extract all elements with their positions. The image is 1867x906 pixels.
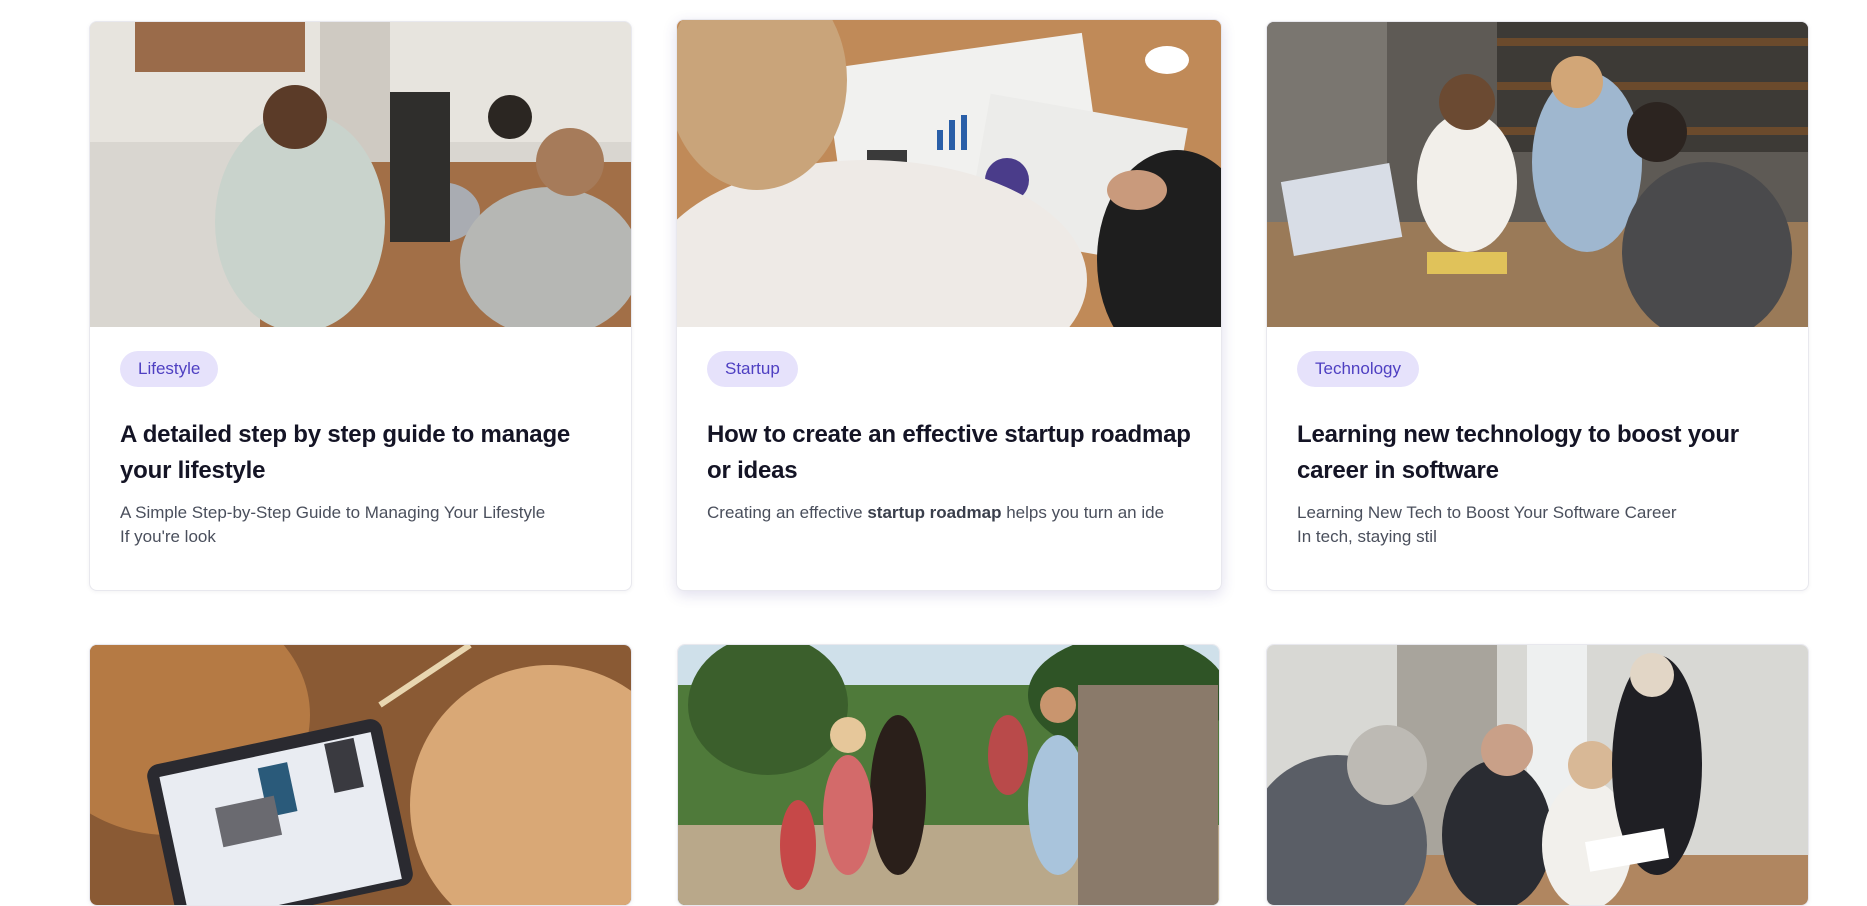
post-image[interactable] bbox=[90, 22, 631, 327]
post-excerpt: A Simple Step-by-Step Guide to Managing … bbox=[120, 501, 601, 549]
excerpt-line: If you're look bbox=[120, 527, 216, 546]
charts-on-table-photo bbox=[677, 20, 1221, 327]
category-tag[interactable]: Lifestyle bbox=[120, 351, 219, 387]
students-laptop-photo bbox=[1267, 22, 1808, 327]
post-card-lifestyle[interactable]: Lifestyle A detailed step by step guide … bbox=[89, 21, 632, 591]
post-card[interactable] bbox=[677, 644, 1220, 906]
post-image[interactable] bbox=[678, 645, 1219, 905]
excerpt-text: Creating an effective bbox=[707, 503, 868, 522]
post-excerpt: Learning New Tech to Boost Your Software… bbox=[1297, 501, 1778, 549]
post-card[interactable] bbox=[1266, 644, 1809, 906]
business-team-photo bbox=[1267, 645, 1808, 905]
excerpt-line: A Simple Step-by-Step Guide to Managing … bbox=[120, 503, 546, 522]
post-image[interactable] bbox=[90, 645, 631, 905]
post-excerpt: Creating an effective startup roadmap he… bbox=[707, 501, 1191, 525]
post-image[interactable] bbox=[1267, 645, 1808, 905]
office-meeting-photo bbox=[90, 22, 631, 327]
excerpt-text: helps you turn an ide bbox=[1001, 503, 1165, 522]
excerpt-bold-text: startup roadmap bbox=[867, 503, 1002, 522]
category-tag[interactable]: Startup bbox=[707, 351, 798, 387]
post-title[interactable]: How to create an effective startup roadm… bbox=[707, 417, 1191, 489]
post-image[interactable] bbox=[677, 20, 1221, 327]
post-title[interactable]: Learning new technology to boost your ca… bbox=[1297, 417, 1778, 489]
excerpt-line: Learning New Tech to Boost Your Software… bbox=[1297, 503, 1677, 522]
post-card-startup[interactable]: Startup How to create an effective start… bbox=[676, 19, 1222, 591]
excerpt-line: In tech, staying stil bbox=[1297, 527, 1437, 546]
family-horse-photo bbox=[678, 645, 1219, 905]
category-tag[interactable]: Technology bbox=[1297, 351, 1420, 387]
post-card-technology[interactable]: Technology Learning new technology to bo… bbox=[1266, 21, 1809, 591]
post-image[interactable] bbox=[1267, 22, 1808, 327]
tablet-design-photo bbox=[90, 645, 631, 905]
post-card[interactable] bbox=[89, 644, 632, 906]
post-title[interactable]: A detailed step by step guide to manage … bbox=[120, 417, 601, 489]
